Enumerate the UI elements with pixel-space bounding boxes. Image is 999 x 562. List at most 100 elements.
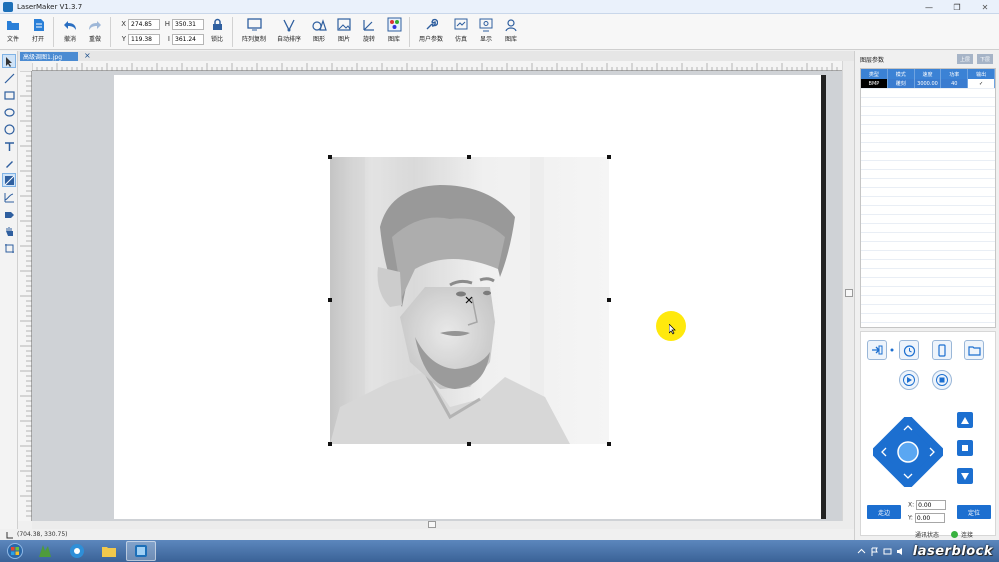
arrow-up-icon[interactable] [857,547,866,556]
user-params-button[interactable]: 用户参数 [414,17,448,43]
z-down-button[interactable] [957,468,973,484]
layer-power[interactable]: 40 [941,79,969,88]
document-tabs: 高级调图1.jpg × [18,51,854,61]
z-up-button[interactable] [957,412,973,428]
maximize-button[interactable]: ❐ [943,0,971,14]
shape-button[interactable]: 图形 [307,17,331,43]
select-tool[interactable] [2,54,16,68]
pen-tool[interactable] [2,156,16,170]
text-tool[interactable] [2,139,16,153]
y-position-input[interactable] [914,513,945,523]
resize-handle-r[interactable] [607,298,611,302]
connect-icon [872,345,883,355]
x-position-input[interactable] [916,500,947,510]
open-icon [31,17,46,32]
document-tab[interactable]: 高级调图1.jpg [20,52,78,61]
layer-mode[interactable]: 雕刻 [888,79,915,88]
scroll-thumb[interactable] [845,289,853,297]
taskbar-app-browser[interactable] [62,541,92,561]
circle-tool[interactable] [2,122,16,136]
file-button[interactable]: 文件 [1,17,25,43]
height-label: I [167,35,170,43]
usb-button[interactable] [932,340,952,360]
node-tool[interactable] [2,207,16,221]
bitmap-icon [4,175,14,185]
monitor-icon [246,17,262,32]
open-button[interactable]: 打开 [26,17,50,43]
layer-table-body [861,88,995,328]
status-bar: (704.38, 330.75) [0,529,854,540]
start-button[interactable] [899,370,919,390]
rotate-button[interactable]: 旋转 [357,17,381,43]
height-input[interactable] [172,33,204,45]
start-button[interactable] [2,541,28,561]
timer-button[interactable] [899,340,919,360]
layer-speed[interactable]: 3000.00 [915,79,942,88]
redo-button[interactable]: 重做 [83,17,107,43]
connect-button[interactable] [867,340,887,360]
ellipse-tool[interactable] [2,105,16,119]
jog-dpad[interactable] [873,417,943,487]
layer-table-header: 类型 模式 速度 功率 输出 [861,69,995,79]
volume-icon[interactable] [896,547,905,556]
resize-handle-l[interactable] [328,298,332,302]
simulate-button[interactable]: 仿真 [449,17,473,43]
image-button[interactable]: 图片 [332,17,356,43]
width-input[interactable] [172,18,204,30]
rectangle-tool[interactable] [2,88,16,102]
layer-up-button[interactable]: 上层 [957,54,973,64]
resize-handle-tr[interactable] [607,155,611,159]
minimize-button[interactable]: — [915,0,943,14]
folder-icon [967,345,981,356]
stop-button[interactable] [932,370,952,390]
horizontal-scrollbar[interactable] [32,521,854,529]
ellipse-icon [3,107,15,117]
auto-layout-button[interactable]: 自动排序 [272,17,306,43]
layer-down-button[interactable]: 下层 [977,54,993,64]
layer-row[interactable]: BMP 雕刻 3000.00 40 ✓ [861,79,995,88]
circle-icon [3,123,15,135]
gallery-button[interactable]: 图库 [382,17,406,43]
coordinate-icon [6,531,13,538]
layer-output-checkbox[interactable]: ✓ [968,79,995,88]
brand-watermark: laserblock [912,543,993,559]
array-copy-button[interactable]: 阵列复制 [237,17,271,43]
resize-handle-tl[interactable] [328,155,332,159]
main-toolbar: 文件 打开 撤消 重做 X H Y I 锁比 阵列复制 自动排序 图形 [0,14,999,50]
curve-tool[interactable] [2,190,16,204]
folder-button[interactable] [964,340,984,360]
shapes-icon [311,17,327,32]
crop-tool[interactable] [2,241,16,255]
image-icon [337,17,352,32]
display-button[interactable]: 显示 [474,17,498,43]
close-button[interactable]: ✕ [971,0,999,14]
right-panel: 图层参数 上层 下层 类型 模式 速度 功率 输出 BMP 雕刻 3000.00… [854,51,999,540]
resize-handle-br[interactable] [607,442,611,446]
resize-handle-bl[interactable] [328,442,332,446]
resize-handle-t[interactable] [467,155,471,159]
taskbar-app-plant[interactable] [30,541,60,561]
undo-button[interactable]: 撤消 [58,17,82,43]
y-input[interactable] [128,33,160,45]
locate-button[interactable]: 定位 [957,505,991,519]
pan-tool[interactable] [2,224,16,238]
line-tool[interactable] [2,71,16,85]
taskbar-app-lasermaker[interactable] [126,541,156,561]
lasermaker-icon [135,545,147,557]
x-input[interactable] [128,18,160,30]
tab-close-icon[interactable]: × [84,51,91,60]
lock-ratio-button[interactable]: 锁比 [205,17,229,43]
flag-icon[interactable] [870,547,879,556]
scroll-thumb[interactable] [428,521,436,528]
network-icon[interactable] [883,547,892,556]
library-button[interactable]: 图库 [499,17,523,43]
x-position: X: [908,500,947,510]
taskbar-app-explorer[interactable] [94,541,124,561]
vertical-scrollbar[interactable] [842,61,854,521]
z-home-button[interactable] [957,440,973,456]
folder-icon [6,17,21,32]
simulate-icon [454,17,469,32]
resize-handle-b[interactable] [467,442,471,446]
bitmap-tool[interactable] [2,173,16,187]
frame-button[interactable]: 走边 [867,505,901,519]
